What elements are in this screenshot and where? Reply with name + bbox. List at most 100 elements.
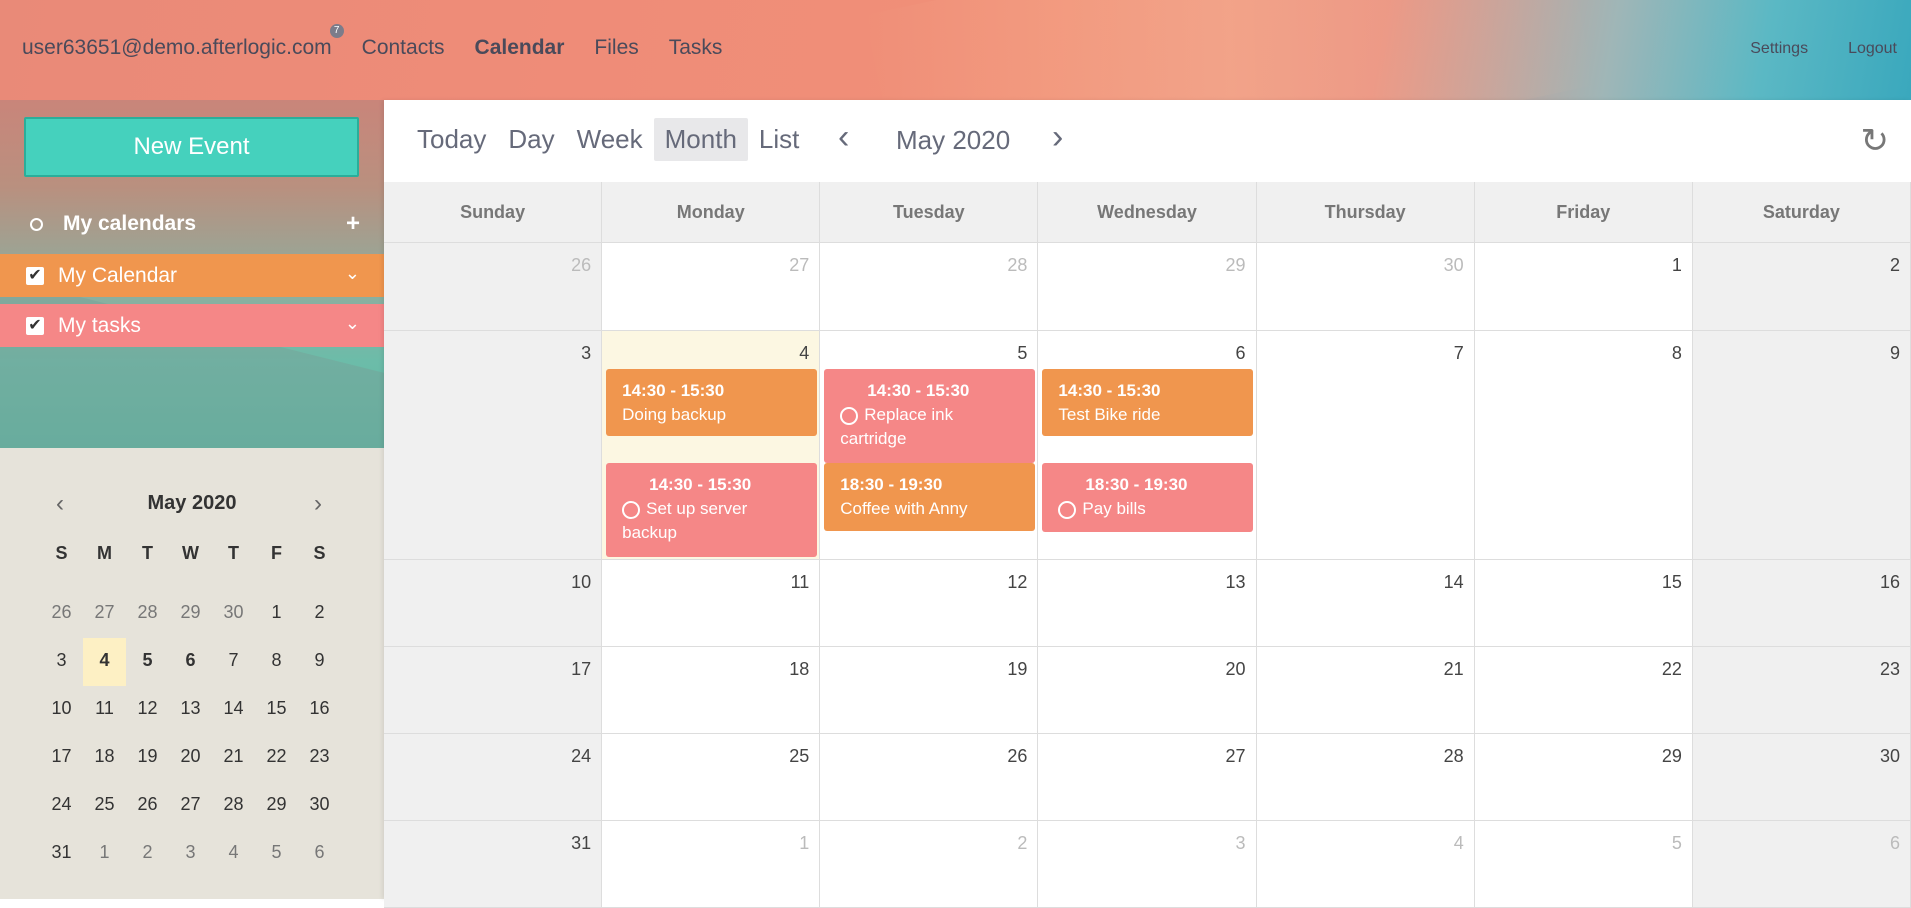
mini-day[interactable]: 8	[255, 638, 298, 686]
mini-day[interactable]: 22	[255, 734, 298, 782]
view-week-button[interactable]: Week	[566, 118, 654, 161]
checkbox-icon[interactable]: ✔	[26, 317, 44, 335]
chevron-down-icon[interactable]: ⌄	[345, 263, 360, 284]
view-today-button[interactable]: Today	[406, 118, 497, 161]
new-event-button[interactable]: New Event	[24, 117, 359, 177]
day-cell[interactable]: 1	[602, 821, 821, 907]
mini-day[interactable]: 3	[169, 830, 212, 878]
account-email[interactable]: user63651@demo.afterlogic.com 7	[22, 24, 344, 60]
mini-day[interactable]: 11	[83, 686, 126, 734]
task-circle-icon[interactable]	[622, 501, 641, 519]
day-cell[interactable]: 16	[1692, 560, 1911, 646]
calendar-item-my-tasks[interactable]: ✔ My tasks ⌄	[0, 304, 384, 347]
day-cell[interactable]: 6 14:30 - 15:30 Test Bike ride 18:30 - 1…	[1038, 331, 1257, 559]
day-cell[interactable]: 27	[602, 243, 821, 330]
mini-day[interactable]: 1	[83, 830, 126, 878]
mini-day[interactable]: 15	[255, 686, 298, 734]
mini-day[interactable]: 5	[255, 830, 298, 878]
mini-day[interactable]: 26	[126, 782, 169, 830]
day-cell[interactable]: 1	[1474, 243, 1693, 330]
day-cell[interactable]: 12	[820, 560, 1039, 646]
mini-day[interactable]: 9	[298, 638, 341, 686]
mini-day[interactable]: 23	[298, 734, 341, 782]
day-cell[interactable]: 13	[1038, 560, 1257, 646]
mini-day[interactable]: 1	[255, 590, 298, 638]
day-cell-today[interactable]: 4 14:30 - 15:30 Doing backup 14:30 - 15:…	[602, 331, 821, 559]
day-cell[interactable]: 30	[1256, 243, 1475, 330]
day-cell[interactable]: 5	[1474, 821, 1693, 907]
mini-day[interactable]: 14	[212, 686, 255, 734]
checkbox-icon[interactable]: ✔	[26, 267, 44, 285]
day-cell[interactable]: 8	[1474, 331, 1693, 559]
mini-day[interactable]: 28	[126, 590, 169, 638]
day-cell[interactable]: 27	[1038, 734, 1257, 820]
day-cell[interactable]: 21	[1256, 647, 1475, 733]
mini-day[interactable]: 31	[40, 830, 83, 878]
chevron-right-icon[interactable]: ›	[1052, 118, 1063, 157]
task-circle-icon[interactable]	[840, 407, 859, 425]
day-cell[interactable]: 31	[384, 821, 603, 907]
chevron-right-icon[interactable]: ›	[314, 490, 322, 518]
add-calendar-icon[interactable]: +	[346, 210, 360, 238]
mini-day[interactable]: 12	[126, 686, 169, 734]
mini-day[interactable]: 18	[83, 734, 126, 782]
refresh-icon[interactable]: ↻	[1861, 121, 1890, 161]
calendar-event[interactable]: 18:30 - 19:30 Coffee with Anny	[824, 463, 1036, 531]
day-cell[interactable]: 24	[384, 734, 603, 820]
day-cell[interactable]: 15	[1474, 560, 1693, 646]
view-day-button[interactable]: Day	[497, 118, 565, 161]
day-cell[interactable]: 10	[384, 560, 603, 646]
mini-day[interactable]: 25	[83, 782, 126, 830]
day-cell[interactable]: 9	[1692, 331, 1911, 559]
mini-day[interactable]: 5	[126, 638, 169, 686]
mini-day[interactable]: 26	[40, 590, 83, 638]
view-list-button[interactable]: List	[748, 118, 810, 161]
mini-day[interactable]: 20	[169, 734, 212, 782]
day-cell[interactable]: 26	[384, 243, 603, 330]
day-cell[interactable]: 11	[602, 560, 821, 646]
task-event[interactable]: 18:30 - 19:30 Pay bills	[1042, 463, 1254, 532]
day-cell[interactable]: 28	[820, 243, 1039, 330]
nav-calendar[interactable]: Calendar	[475, 36, 565, 60]
logout-link[interactable]: Logout	[1848, 40, 1897, 58]
mini-day[interactable]: 2	[298, 590, 341, 638]
mini-day[interactable]: 7	[212, 638, 255, 686]
day-cell[interactable]: 7	[1256, 331, 1475, 559]
day-cell[interactable]: 23	[1692, 647, 1911, 733]
nav-files[interactable]: Files	[594, 36, 638, 60]
mini-day[interactable]: 6	[169, 638, 212, 686]
mini-day[interactable]: 27	[169, 782, 212, 830]
mini-day[interactable]: 24	[40, 782, 83, 830]
day-cell[interactable]: 29	[1474, 734, 1693, 820]
day-cell[interactable]: 3	[384, 331, 603, 559]
calendar-event[interactable]: 14:30 - 15:30 Doing backup	[606, 369, 818, 436]
day-cell[interactable]: 26	[820, 734, 1039, 820]
day-cell[interactable]: 2	[1692, 243, 1911, 330]
day-cell[interactable]: 25	[602, 734, 821, 820]
calendar-item-my-calendar[interactable]: ✔ My Calendar ⌄	[0, 254, 384, 297]
calendar-event[interactable]: 14:30 - 15:30 Test Bike ride	[1042, 369, 1254, 436]
chevron-left-icon[interactable]: ‹	[838, 118, 849, 157]
task-event[interactable]: 14:30 - 15:30 Replace ink cartridge	[824, 369, 1036, 463]
mini-day-today[interactable]: 4	[83, 638, 126, 686]
mini-day[interactable]: 30	[298, 782, 341, 830]
day-cell[interactable]: 18	[602, 647, 821, 733]
mini-day[interactable]: 28	[212, 782, 255, 830]
nav-contacts[interactable]: Contacts	[362, 36, 445, 60]
mini-day[interactable]: 16	[298, 686, 341, 734]
day-cell[interactable]: 22	[1474, 647, 1693, 733]
day-cell[interactable]: 19	[820, 647, 1039, 733]
day-cell[interactable]: 28	[1256, 734, 1475, 820]
day-cell[interactable]: 6	[1692, 821, 1911, 907]
day-cell[interactable]: 17	[384, 647, 603, 733]
task-event[interactable]: 14:30 - 15:30 Set up server backup	[606, 463, 818, 557]
view-month-button[interactable]: Month	[653, 118, 748, 161]
day-cell[interactable]: 5 14:30 - 15:30 Replace ink cartridge 18…	[820, 331, 1039, 559]
day-cell[interactable]: 30	[1692, 734, 1911, 820]
day-cell[interactable]: 14	[1256, 560, 1475, 646]
mini-day[interactable]: 21	[212, 734, 255, 782]
mini-day[interactable]: 17	[40, 734, 83, 782]
mini-day[interactable]: 2	[126, 830, 169, 878]
day-cell[interactable]: 3	[1038, 821, 1257, 907]
day-cell[interactable]: 2	[820, 821, 1039, 907]
